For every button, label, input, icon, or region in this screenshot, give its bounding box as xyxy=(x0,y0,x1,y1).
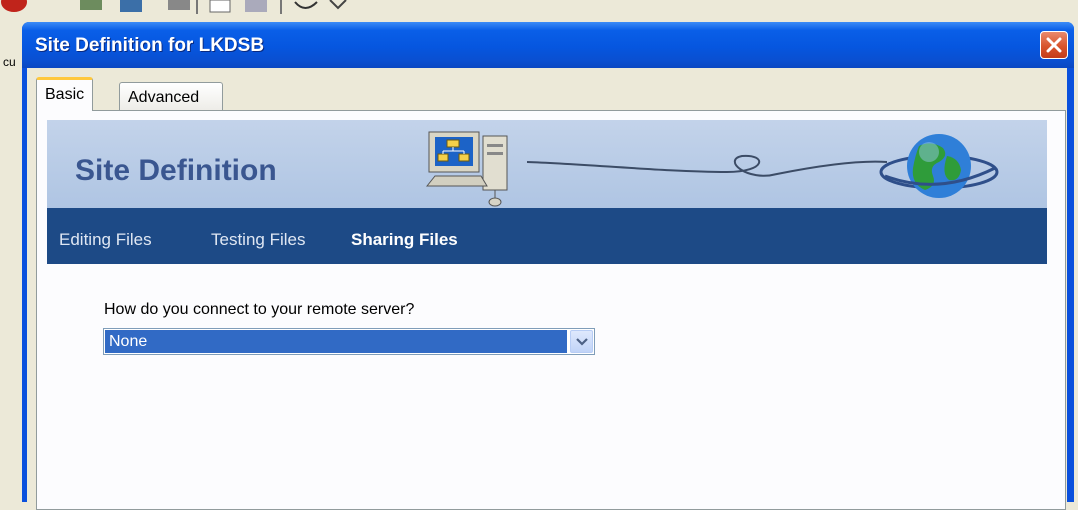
banner-title: Site Definition xyxy=(75,154,277,187)
connection-type-select[interactable]: None xyxy=(103,328,595,355)
computer-icon xyxy=(425,131,508,207)
step-editing-files[interactable]: Editing Files xyxy=(59,230,152,250)
connection-wire-graphic xyxy=(527,154,887,177)
wizard-banner: Site Definition xyxy=(47,120,1047,208)
tab-advanced[interactable]: Advanced xyxy=(119,82,223,112)
globe-icon xyxy=(879,134,999,198)
app-logo-icon xyxy=(1,0,27,12)
background-toolbar xyxy=(0,0,1078,22)
tab-panel: Site Definition Editing Files Testing Fi… xyxy=(36,110,1066,510)
tab-basic-label: Basic xyxy=(45,86,85,103)
connection-type-value: None xyxy=(105,330,567,353)
window-title: Site Definition for LKDSB xyxy=(35,35,265,56)
tab-advanced-label: Advanced xyxy=(128,89,200,106)
step-testing-files[interactable]: Testing Files xyxy=(211,230,305,250)
tab-basic[interactable]: Basic xyxy=(36,77,94,111)
close-button[interactable] xyxy=(1040,31,1068,59)
remote-server-question: How do you connect to your remote server… xyxy=(104,301,415,318)
toolbar-icons xyxy=(80,0,347,14)
chevron-down-icon xyxy=(576,338,588,346)
dialog-client-area: Basic Advanced Site Definition Editing F… xyxy=(27,68,1067,510)
step-sharing-files[interactable]: Sharing Files xyxy=(351,230,458,250)
title-bar[interactable]: Site Definition for LKDSB xyxy=(22,22,1074,68)
close-icon xyxy=(1046,37,1062,53)
dropdown-button[interactable] xyxy=(570,330,593,353)
site-definition-dialog: Site Definition for LKDSB Basic Advanced… xyxy=(22,22,1074,510)
wizard-step-bar: Editing Files Testing Files Sharing File… xyxy=(47,208,1047,264)
background-partial-text: cu xyxy=(3,55,16,69)
